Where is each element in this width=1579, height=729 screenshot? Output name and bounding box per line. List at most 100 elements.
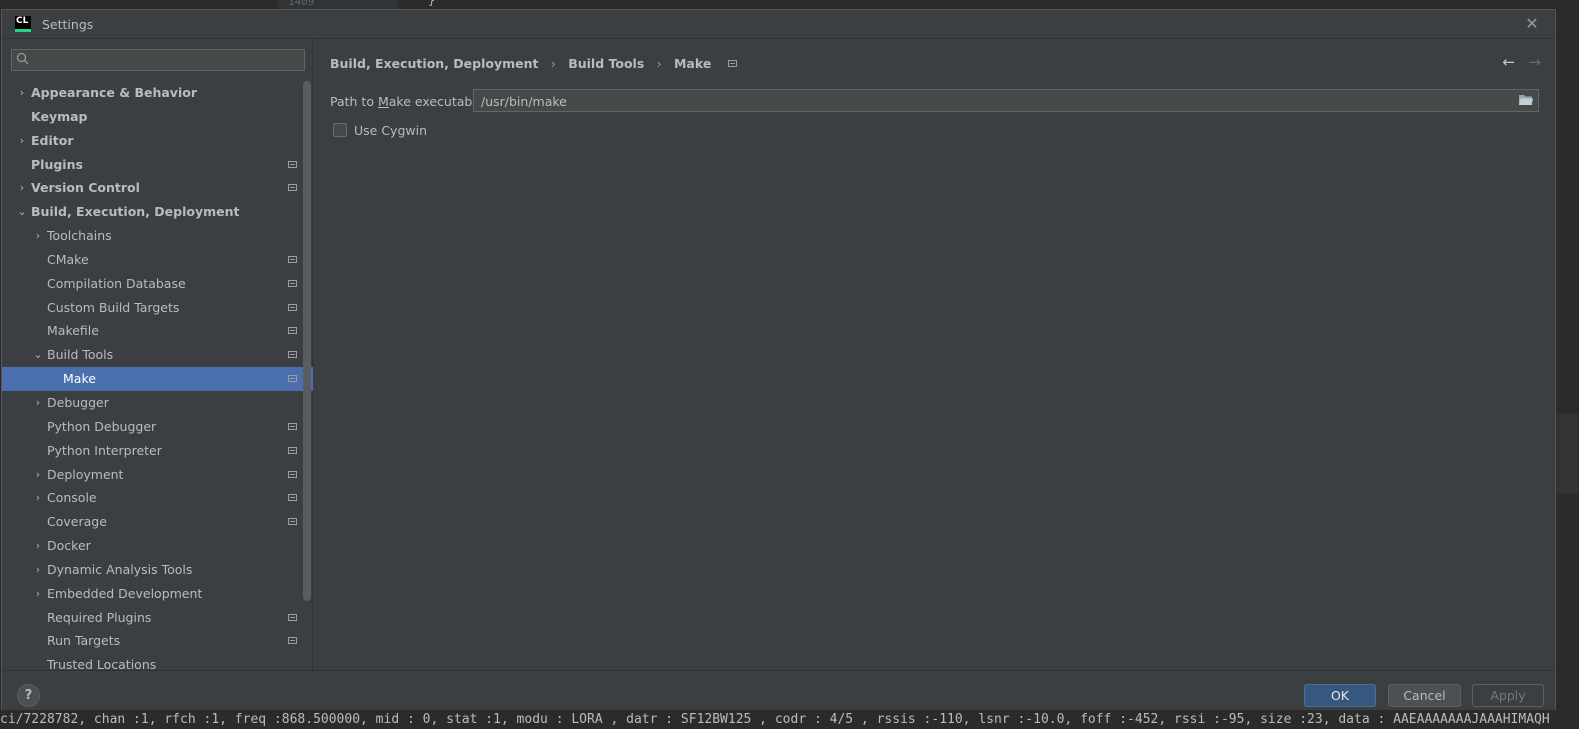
chevron-right-icon[interactable]: › [16, 129, 28, 153]
tree-item-label: Make [63, 371, 96, 387]
make-path-field[interactable] [473, 89, 1539, 112]
settings-sidebar: › Appearance & Behavior Keymap › Editor Plugi… [2, 39, 313, 670]
tree-item-build-execution-deployment[interactable]: ⌄ Build, Execution, Deployment [2, 200, 313, 224]
dialog-title: Settings [42, 17, 94, 32]
use-cygwin-checkbox[interactable] [333, 123, 347, 137]
tree-item-label: Plugins [31, 156, 83, 172]
chevron-right-icon[interactable]: › [32, 463, 44, 487]
tree-item-debugger[interactable]: › Debugger [2, 391, 313, 415]
help-button[interactable]: ? [17, 684, 40, 707]
tree-item-label: Custom Build Targets [47, 299, 180, 315]
use-cygwin-label[interactable]: Use Cygwin [354, 123, 427, 138]
tree-item-label: CMake [47, 251, 89, 267]
project-level-icon [288, 494, 297, 502]
forward-arrow-icon[interactable]: → [1528, 53, 1541, 71]
make-path-input[interactable] [479, 92, 1503, 111]
editor-code-text: } [428, 0, 436, 7]
settings-search-input[interactable] [36, 51, 302, 71]
browse-folder-icon[interactable] [1518, 93, 1534, 107]
close-icon[interactable]: ✕ [1523, 15, 1541, 33]
tree-item-plugins[interactable]: Plugins [2, 153, 313, 177]
tree-item-appearance-behavior[interactable]: › Appearance & Behavior [2, 81, 313, 105]
tree-item-label: Editor [31, 132, 74, 148]
settings-tree: › Appearance & Behavior Keymap › Editor Plugi… [2, 81, 313, 670]
project-level-icon [288, 327, 297, 335]
tree-item-label: Docker [47, 538, 91, 554]
search-icon [16, 52, 29, 65]
tree-item-dynamic-analysis-tools[interactable]: › Dynamic Analysis Tools [2, 558, 313, 582]
tree-item-toolchains[interactable]: › Toolchains [2, 224, 313, 248]
tree-item-build-tools[interactable]: ⌄ Build Tools [2, 343, 313, 367]
settings-content: Build, Execution, Deployment › Build Too… [313, 39, 1555, 670]
tree-item-label: Python Interpreter [47, 442, 162, 458]
project-level-icon [288, 518, 297, 526]
project-level-icon [288, 303, 297, 311]
tree-item-label: Compilation Database [47, 275, 186, 291]
tree-item-label: Coverage [47, 514, 107, 530]
tree-item-python-debugger[interactable]: Python Debugger [2, 415, 313, 439]
apply-button[interactable]: Apply [1472, 684, 1544, 707]
breadcrumb-item-build-tools[interactable]: Build Tools [568, 56, 644, 71]
path-to-make-label: Path to Make executable [330, 94, 484, 109]
tree-item-keymap[interactable]: Keymap [2, 105, 313, 129]
chevron-right-icon[interactable]: › [32, 486, 44, 510]
tree-item-console[interactable]: › Console [2, 486, 313, 510]
ok-button[interactable]: OK [1304, 684, 1376, 707]
tree-item-run-targets[interactable]: Run Targets [2, 629, 313, 653]
tree-item-docker[interactable]: › Docker [2, 534, 313, 558]
dialog-button-bar: ? OK Cancel Apply [2, 670, 1555, 710]
tree-item-custom-build-targets[interactable]: Custom Build Targets [2, 296, 313, 320]
tree-item-coverage[interactable]: Coverage [2, 510, 313, 534]
settings-search-box[interactable] [11, 49, 305, 71]
chevron-right-icon[interactable]: › [32, 224, 44, 248]
tree-item-required-plugins[interactable]: Required Plugins [2, 606, 313, 630]
chevron-right-icon[interactable]: › [32, 582, 44, 606]
tree-item-makefile[interactable]: Makefile [2, 319, 313, 343]
project-level-icon [288, 422, 297, 430]
tree-item-label: Build Tools [47, 347, 114, 363]
chevron-right-icon[interactable]: › [16, 176, 28, 200]
clion-logo-icon: CL [15, 16, 31, 32]
chevron-down-icon[interactable]: ⌄ [32, 343, 44, 367]
editor-line-number: 1409 [288, 0, 315, 8]
tree-item-compilation-database[interactable]: Compilation Database [2, 272, 313, 296]
breadcrumb-separator: › [656, 56, 662, 71]
project-level-icon [288, 637, 297, 645]
project-level-icon [288, 613, 297, 621]
chevron-right-icon[interactable]: › [32, 534, 44, 558]
tree-item-label: Trusted Locations [47, 657, 157, 670]
tree-item-label: Makefile [47, 323, 99, 339]
project-level-icon [288, 470, 297, 478]
tree-item-embedded-development[interactable]: › Embedded Development [2, 582, 313, 606]
project-level-icon [288, 184, 297, 192]
label-suffix: ake executable [388, 94, 484, 109]
console-output-line: ci/7228782, chan :1, rfch :1, freq :868.… [0, 711, 1579, 729]
tree-item-make[interactable]: Make [2, 367, 313, 391]
tree-item-deployment[interactable]: › Deployment [2, 463, 313, 487]
cancel-button[interactable]: Cancel [1388, 684, 1461, 707]
tree-item-label: Deployment [47, 466, 124, 482]
sidebar-scrollbar[interactable] [303, 81, 311, 601]
breadcrumb-item-build-execution-deployment[interactable]: Build, Execution, Deployment [330, 56, 538, 71]
label-prefix: Path to [330, 94, 378, 109]
chevron-right-icon[interactable]: › [32, 558, 44, 582]
back-arrow-icon[interactable]: ← [1502, 53, 1515, 71]
label-mnemonic: M [377, 94, 389, 109]
tree-item-cmake[interactable]: CMake [2, 248, 313, 272]
tree-item-editor[interactable]: › Editor [2, 129, 313, 153]
chevron-right-icon[interactable]: › [32, 391, 44, 415]
project-level-icon [727, 60, 737, 67]
tree-item-trusted-locations[interactable]: Trusted Locations [2, 653, 313, 670]
chevron-down-icon[interactable]: ⌄ [16, 200, 28, 224]
tree-item-version-control[interactable]: › Version Control [2, 176, 313, 200]
chevron-right-icon[interactable]: › [16, 81, 28, 105]
tree-item-label: Required Plugins [47, 609, 152, 625]
project-level-icon [288, 351, 297, 359]
project-level-icon [288, 375, 297, 383]
tree-item-label: Dynamic Analysis Tools [47, 561, 193, 577]
tree-item-python-interpreter[interactable]: Python Interpreter [2, 439, 313, 463]
tree-item-label: Python Debugger [47, 418, 157, 434]
project-level-icon [288, 279, 297, 287]
tree-item-label: Appearance & Behavior [31, 85, 197, 100]
tree-item-label: Toolchains [47, 228, 112, 244]
